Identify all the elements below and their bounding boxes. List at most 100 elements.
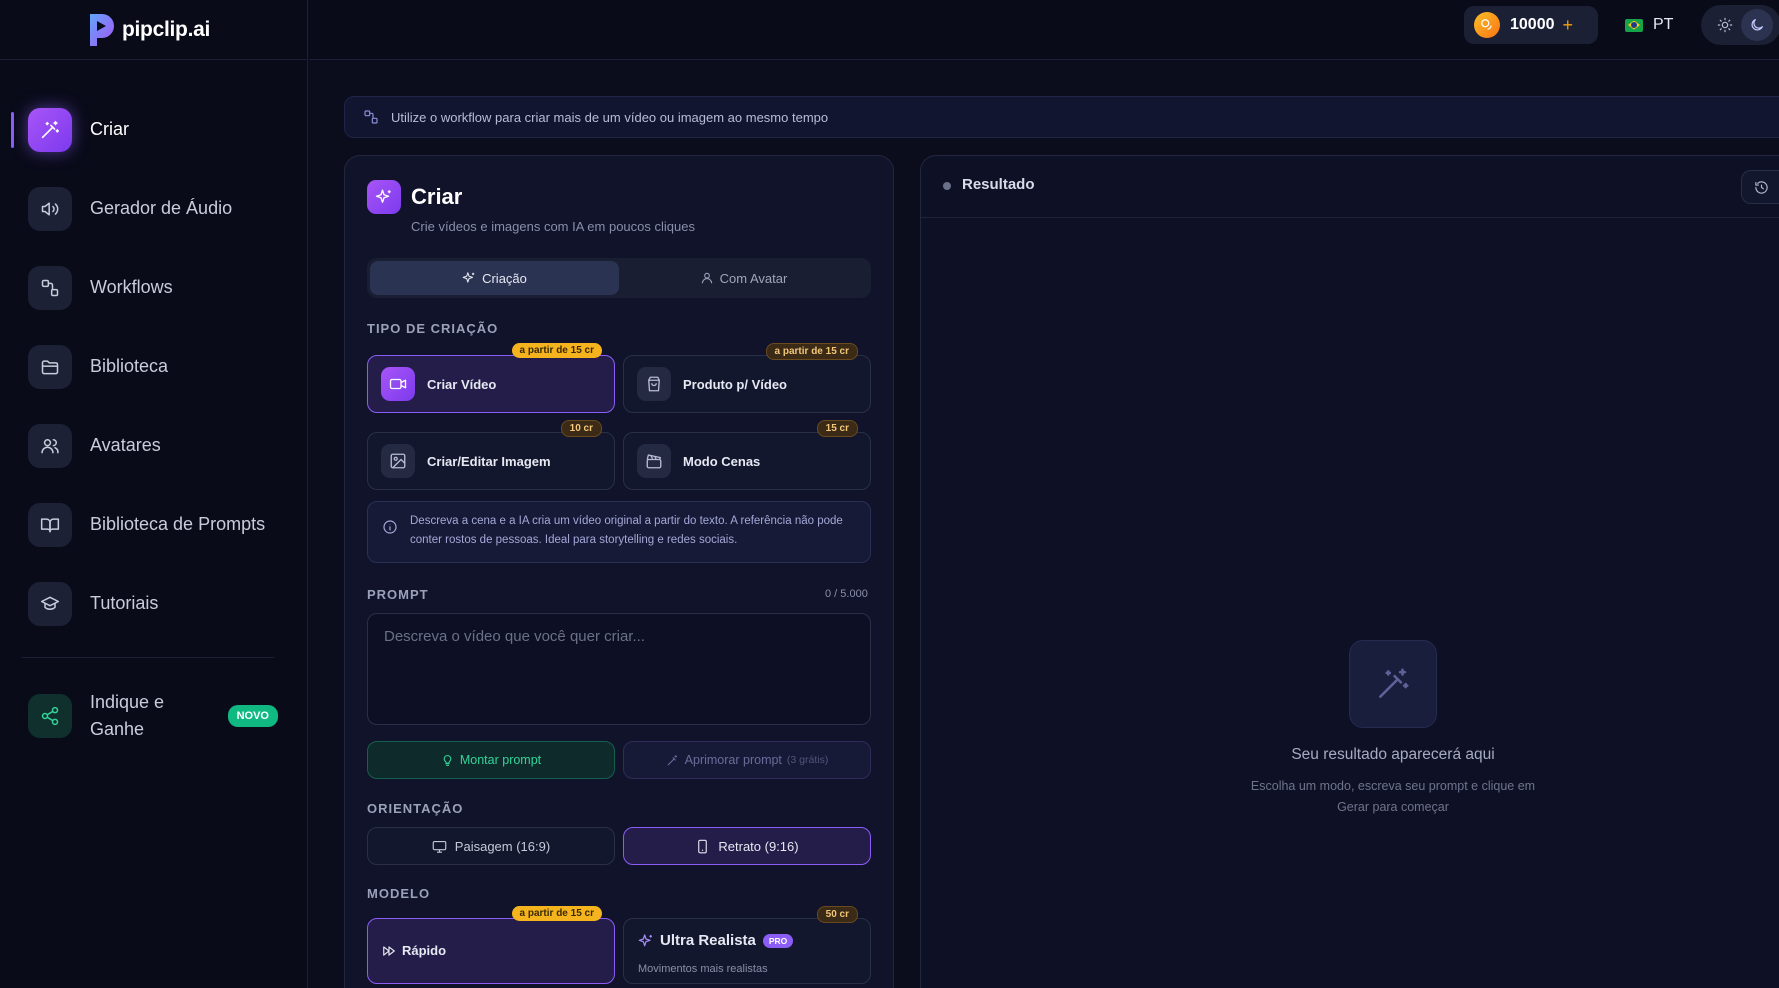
prompt-input[interactable] (367, 613, 871, 725)
creation-type-criar-video[interactable]: a partir de 15 cr Criar Vídeo (367, 343, 615, 413)
logo[interactable]: pipclip.ai (0, 0, 307, 60)
sidebar-item-label: Biblioteca de Prompts (90, 514, 266, 534)
sidebar-item-biblioteca-de-prompts[interactable]: Biblioteca de Prompts (0, 485, 308, 564)
orientation-landscape-button[interactable]: Paisagem (16:9) (367, 827, 615, 865)
creation-type-criar-editar-imagem[interactable]: 10 cr Criar/Editar Imagem (367, 420, 615, 490)
magic-wand-icon (1349, 640, 1437, 728)
credits-button[interactable]: 10000 + (1464, 6, 1598, 44)
creation-type-label: TIPO DE CRIAÇÃO (367, 321, 499, 336)
theme-toggle (1701, 5, 1779, 45)
lightbulb-icon (443, 754, 452, 766)
result-header: Resultado (921, 156, 1779, 218)
model-ultra-realista[interactable]: 50 cr Ultra Realista PRO Movimentos mais… (623, 906, 871, 984)
workflow-icon (28, 265, 72, 310)
empty-state-subtitle: Escolha um modo, escreva seu prompt e cl… (1250, 779, 1536, 814)
history-icon (1755, 180, 1768, 194)
creation-info-box: Descreva a cena e a IA cria um vídeo ori… (367, 501, 871, 563)
sidebar-item-biblioteca[interactable]: Biblioteca (0, 327, 308, 406)
model-title: Rápido (382, 943, 446, 958)
magic-wand-icon (28, 107, 72, 152)
magic-wand-icon (667, 754, 677, 765)
sidebar-item-label: Gerador de Áudio (90, 198, 233, 218)
history-button[interactable] (1741, 170, 1779, 204)
sidebar-item-avatares[interactable]: Avatares (0, 406, 308, 485)
monitor-icon (432, 840, 447, 853)
sidebar-item-label: Workflows (90, 277, 173, 297)
sun-icon (1717, 17, 1733, 33)
logo-mark-icon (86, 12, 118, 48)
creation-type-label: Criar/Editar Imagem (427, 453, 551, 469)
model-rapido[interactable]: a partir de 15 cr Rápido (367, 906, 615, 984)
sidebar-item-workflows[interactable]: Workflows (0, 248, 308, 327)
sparkles-icon (367, 180, 401, 214)
result-title: Resultado (962, 176, 1035, 193)
moon-icon (1751, 19, 1763, 31)
prompt-label: PROMPT (367, 587, 429, 602)
add-credits-icon: + (1562, 14, 1574, 35)
orientation-label-text: Paisagem (16:9) (454, 838, 551, 854)
sidebar-item-gerador-de-audio[interactable]: Gerador de Áudio (0, 169, 308, 248)
language-selector[interactable]: PT (1625, 12, 1673, 38)
status-dot (943, 182, 951, 190)
smartphone-icon (698, 839, 708, 853)
creation-type-label: Modo Cenas (683, 453, 761, 469)
price-badge: a partir de 15 cr (511, 906, 602, 921)
tab-label: Criação (482, 270, 527, 286)
sparkles-icon (462, 272, 475, 283)
users-icon (28, 423, 72, 468)
sidebar-item-label: Indique e Ganhe (90, 692, 165, 739)
creation-type-label: Produto p/ Vídeo (683, 376, 787, 392)
model-label: MODELO (367, 886, 431, 901)
price-badge: a partir de 15 cr (765, 343, 858, 360)
model-title: Ultra Realista PRO (638, 932, 794, 949)
brazil-flag-icon (1625, 18, 1643, 32)
share-icon (28, 694, 72, 738)
logo-text: pipclip.ai (122, 17, 211, 41)
orientation-portrait-button[interactable]: Retrato (9:16) (623, 827, 871, 865)
panel-header: Criar (367, 180, 462, 214)
panel-subtitle: Crie vídeos e imagens com IA em poucos c… (411, 219, 695, 234)
creation-type-modo-cenas[interactable]: 15 cr Modo Cenas (623, 420, 871, 490)
sidebar-item-tutoriais[interactable]: Tutoriais (0, 564, 308, 643)
creation-type-produto-video[interactable]: a partir de 15 cr Produto p/ Vídeo (623, 343, 871, 413)
mode-tabs: Criação Com Avatar (367, 258, 871, 298)
result-panel: Resultado Seu resultado aparecerá aqui E… (920, 155, 1779, 988)
tab-com-avatar[interactable]: Com Avatar (619, 261, 868, 295)
light-mode-button[interactable] (1709, 9, 1741, 41)
improve-prompt-label: Aprimorar prompt (684, 753, 782, 767)
sidebar-item-label: Avatares (90, 435, 161, 455)
sidebar-item-label: Tutoriais (90, 593, 159, 613)
clapperboard-icon (637, 444, 671, 478)
creation-type-label: Criar Vídeo (427, 376, 497, 392)
credits-balance: 10000 (1510, 16, 1555, 33)
sparkles-icon (638, 933, 652, 946)
book-icon (28, 502, 72, 547)
empty-state-title: Seu resultado aparecerá aqui (1291, 746, 1495, 763)
folder-icon (28, 344, 72, 389)
language-code: PT (1653, 16, 1674, 33)
new-badge: NOVO (227, 705, 278, 727)
workflow-icon (364, 110, 378, 124)
sidebar: pipclip.ai Criar Gerador de Áudio Workfl… (0, 0, 308, 988)
pro-badge: PRO (762, 933, 794, 948)
sidebar-item-indique-e-ganhe[interactable]: Indique e Ganhe NOVO (28, 682, 278, 750)
model-name: Ultra Realista (660, 932, 756, 949)
create-panel: Criar Crie vídeos e imagens com IA em po… (344, 155, 894, 988)
creation-info-text: Descreva a cena e a IA cria um vídeo ori… (410, 515, 843, 546)
model-subtitle: Movimentos mais realistas (638, 963, 768, 975)
sidebar-item-criar[interactable]: Criar (0, 90, 308, 169)
sidebar-nav: Criar Gerador de Áudio Workflows Bibliot… (0, 90, 308, 643)
orientation-label: ORIENTAÇÃO (367, 801, 464, 816)
workflow-hint-text: Utilize o workflow para criar mais de um… (391, 109, 829, 125)
panel-title: Criar (411, 184, 463, 209)
price-badge: a partir de 15 cr (511, 343, 602, 358)
workflow-hint-bar[interactable]: Utilize o workflow para criar mais de um… (344, 96, 1779, 138)
user-icon (701, 272, 712, 284)
dark-mode-button[interactable] (1741, 9, 1773, 41)
info-icon (383, 520, 397, 534)
sidebar-item-label: Biblioteca (90, 356, 169, 376)
build-prompt-button[interactable]: Montar prompt (367, 741, 615, 779)
tab-criacao[interactable]: Criação (370, 261, 619, 295)
improve-prompt-button[interactable]: Aprimorar prompt (3 grátis) (623, 741, 871, 779)
video-camera-icon (381, 367, 415, 401)
